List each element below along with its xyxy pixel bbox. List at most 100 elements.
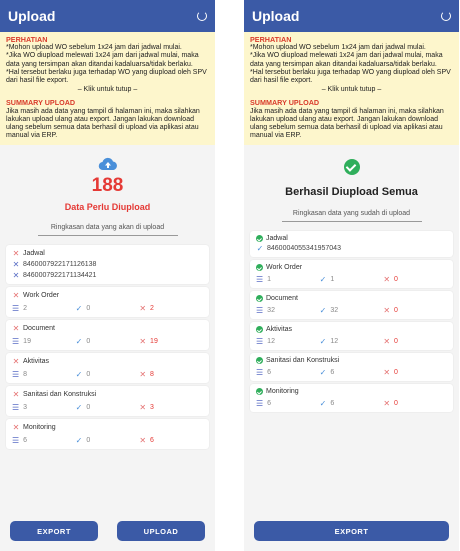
app-bar-title: Upload [252,8,300,24]
success-count: 1 [330,276,335,284]
success-count: 0 [86,404,91,412]
success-count: 32 [330,307,339,315]
success-count: 0 [86,371,91,379]
failed-count: 0 [394,400,398,408]
list-icon: ☰ [12,337,20,347]
total-count: 6 [23,437,28,445]
jadwal-card: ✕ Jadwal ✕ 8460007922171126138 ✕ 8460007922… [6,245,209,285]
success-count: 0 [86,437,91,445]
check-icon: ✓ [75,337,83,347]
list-icon: ☰ [256,275,264,285]
check-icon: ✓ [319,337,327,347]
list-item: Document ☰ 32 ✓ 32 ✕ 0 [250,291,453,320]
upload-screen-success: Upload PERHATIAN *Mohon upload WO sebelu… [244,0,459,551]
check-icon: ✓ [319,368,327,378]
total-count: 6 [267,369,272,377]
list-item: Monitoring ☰ 6 ✓ 6 ✕ 0 [250,384,453,413]
notice-panel[interactable]: PERHATIAN *Mohon upload WO sebelum 1x24 … [244,32,459,146]
total-count: 2 [23,305,28,313]
refresh-icon[interactable] [441,11,451,21]
export-button[interactable]: EXPORT [10,521,98,541]
total-count: 6 [267,400,272,408]
check-circle-icon [256,295,263,303]
summary-caption: Ringkasan data yang sudah di upload [281,210,422,223]
summary-heading: SUMMARY UPLOAD [6,98,76,108]
jadwal-id: 8460007922171126138 [23,261,97,269]
app-bar: Upload [0,0,215,32]
pending-label: Data Perlu Diupload [64,202,151,213]
success-count: 0 [86,305,91,313]
list-item: ✕ Monitoring ☰ 6 ✓ 0 ✕ 6 [6,419,209,450]
list-item: Aktivitas ☰ 12 ✓ 12 ✕ 0 [250,322,453,351]
cross-icon: ✕ [12,291,20,301]
summary-text: Jika masih ada data yang tampil di halam… [6,107,200,140]
upload-list: ✕ Jadwal ✕ 8460007922171126138 ✕ 8460007922… [6,245,209,450]
refresh-icon[interactable] [197,11,207,21]
failed-count: 0 [394,369,398,377]
failed-count: 3 [150,404,154,412]
cross-icon: ✕ [12,423,20,433]
check-circle-icon [256,264,263,272]
item-name: Sanitasi dan Konstruksi [23,391,97,399]
cross-icon: ✕ [12,260,20,270]
notice-heading: PERHATIAN [6,35,48,44]
list-icon: ☰ [12,304,20,314]
success-count: 0 [86,338,91,346]
notice-line-1: *Mohon upload WO sebelum 1x24 jam dari j… [250,44,426,52]
check-icon: ✓ [319,306,327,316]
success-check-icon [343,159,360,176]
list-item: ✕ Aktivitas ☰ 8 ✓ 0 ✕ 8 [6,353,209,384]
total-count: 1 [267,276,272,284]
export-button[interactable]: EXPORT [254,521,449,541]
item-name: Sanitasi dan Konstruksi [266,357,340,365]
check-circle-icon [256,357,263,365]
total-count: 32 [267,307,275,315]
list-icon: ☰ [256,399,264,409]
success-title: Berhasil Diupload Semua [285,186,418,199]
jadwal-card: Jadwal ✓ 8460004055341957043 [250,231,453,258]
check-icon: ✓ [75,403,83,413]
item-name: Work Order [266,264,303,272]
list-icon: ☰ [256,306,264,316]
item-name: Work Order [23,292,60,300]
cross-icon: ✕ [139,304,147,314]
cross-icon: ✕ [139,370,147,380]
list-icon: ☰ [256,368,264,378]
success-count: 12 [330,338,339,346]
list-icon: ☰ [256,337,264,347]
jadwal-label: Jadwal [23,250,45,258]
notice-panel[interactable]: PERHATIAN *Mohon upload WO sebelum 1x24 … [0,32,215,146]
check-circle-icon [256,388,263,396]
failed-count: 0 [394,276,398,284]
notice-heading: PERHATIAN [250,35,292,44]
check-icon: ✓ [75,370,83,380]
close-hint[interactable]: – Klik untuk tutup – [250,86,453,94]
upload-screen-pending: Upload PERHATIAN *Mohon upload WO sebelu… [0,0,215,551]
summary-heading: SUMMARY UPLOAD [250,98,320,108]
cross-icon: ✕ [383,275,391,285]
check-circle-icon [256,235,263,243]
jadwal-label: Jadwal [266,235,288,243]
item-name: Aktivitas [266,326,293,334]
check-circle-icon [256,326,263,334]
close-hint[interactable]: – Klik untuk tutup – [6,86,209,94]
upload-button[interactable]: UPLOAD [117,521,205,541]
list-item: ✕ Document ☰ 19 ✓ 0 ✕ 19 [6,320,209,351]
cross-icon: ✕ [12,249,20,259]
check-icon: ✓ [319,399,327,409]
cross-icon: ✕ [12,390,20,400]
list-icon: ☰ [12,403,20,413]
list-item: ✕ Work Order ☰ 2 ✓ 0 ✕ 2 [6,287,209,318]
cross-icon: ✕ [12,324,20,334]
list-icon: ☰ [12,370,20,380]
cross-icon: ✕ [139,403,147,413]
cross-icon: ✕ [383,399,391,409]
summary-text: Jika masih ada data yang tampil di halam… [250,107,444,140]
notice-line-2: *Jika WO diupload melewati 1x24 jam dari… [6,52,199,68]
jadwal-id: 8460007922171134421 [23,272,97,280]
list-item: ✕ Sanitasi dan Konstruksi ☰ 3 ✓ 0 ✕ 3 [6,386,209,417]
check-icon: ✓ [75,436,83,446]
total-count: 19 [23,338,31,346]
app-bar-title: Upload [8,8,56,24]
cross-icon: ✕ [12,271,20,281]
